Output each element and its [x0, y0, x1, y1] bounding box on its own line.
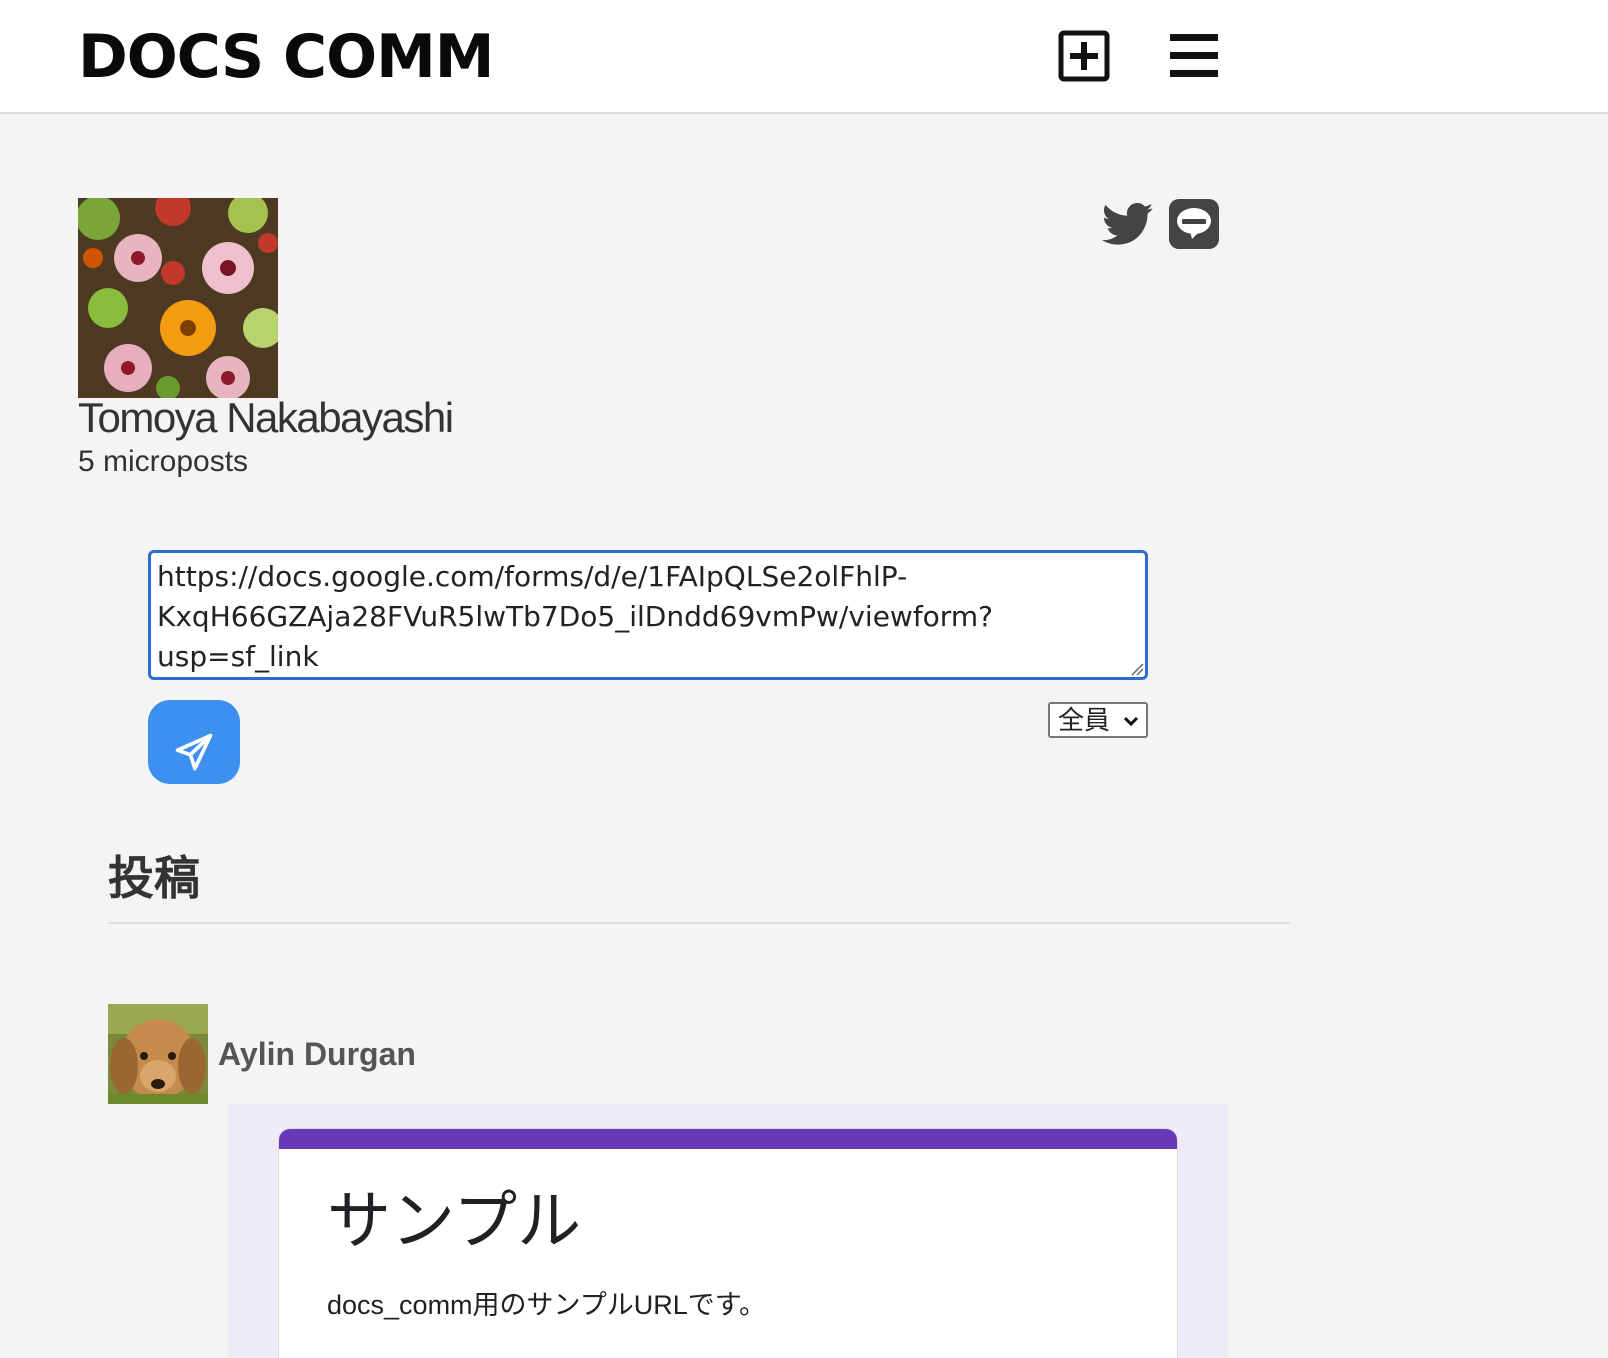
audience-select[interactable]: 全員 [1048, 702, 1148, 738]
form-description: docs_comm用のサンプルURLです。 [327, 1290, 767, 1320]
menu-button[interactable] [1168, 30, 1220, 82]
form-card: サンプル docs_comm用のサンプルURLです。 [278, 1128, 1178, 1358]
site-logo[interactable]: DOCS COMM [78, 22, 495, 92]
line-icon [1169, 199, 1219, 249]
audience-selected-value: 全員 [1058, 705, 1111, 735]
plus-square-icon [1058, 30, 1110, 82]
profile-image [78, 198, 278, 398]
micropost-count: 5 microposts [78, 445, 249, 478]
paper-plane-icon [175, 733, 213, 771]
new-post-button[interactable] [1058, 30, 1110, 82]
feed-section-title: 投稿 [108, 852, 200, 904]
hamburger-menu-icon [1170, 34, 1218, 77]
section-divider [108, 922, 1290, 924]
profile-name: Tomoya Nakabayashi [78, 394, 454, 441]
top-header: DOCS COMM [0, 0, 1608, 114]
resize-handle-icon[interactable] [1130, 662, 1144, 676]
google-form-embed[interactable]: サンプル docs_comm用のサンプルURLです。 [228, 1104, 1228, 1358]
send-button[interactable] [148, 700, 240, 784]
post-author-name[interactable]: Aylin Durgan [218, 1034, 416, 1074]
form-title: サンプル [327, 1185, 582, 1257]
micropost-content-input[interactable]: https://docs.google.com/forms/d/e/1FAIpQ… [148, 550, 1148, 680]
author-avatar[interactable] [108, 1004, 208, 1104]
form-accent-bar [279, 1129, 1177, 1149]
twitter-icon [1102, 202, 1154, 245]
twitter-share-button[interactable] [1102, 198, 1154, 250]
line-share-button[interactable] [1168, 198, 1220, 250]
chevron-down-icon [1123, 716, 1139, 727]
